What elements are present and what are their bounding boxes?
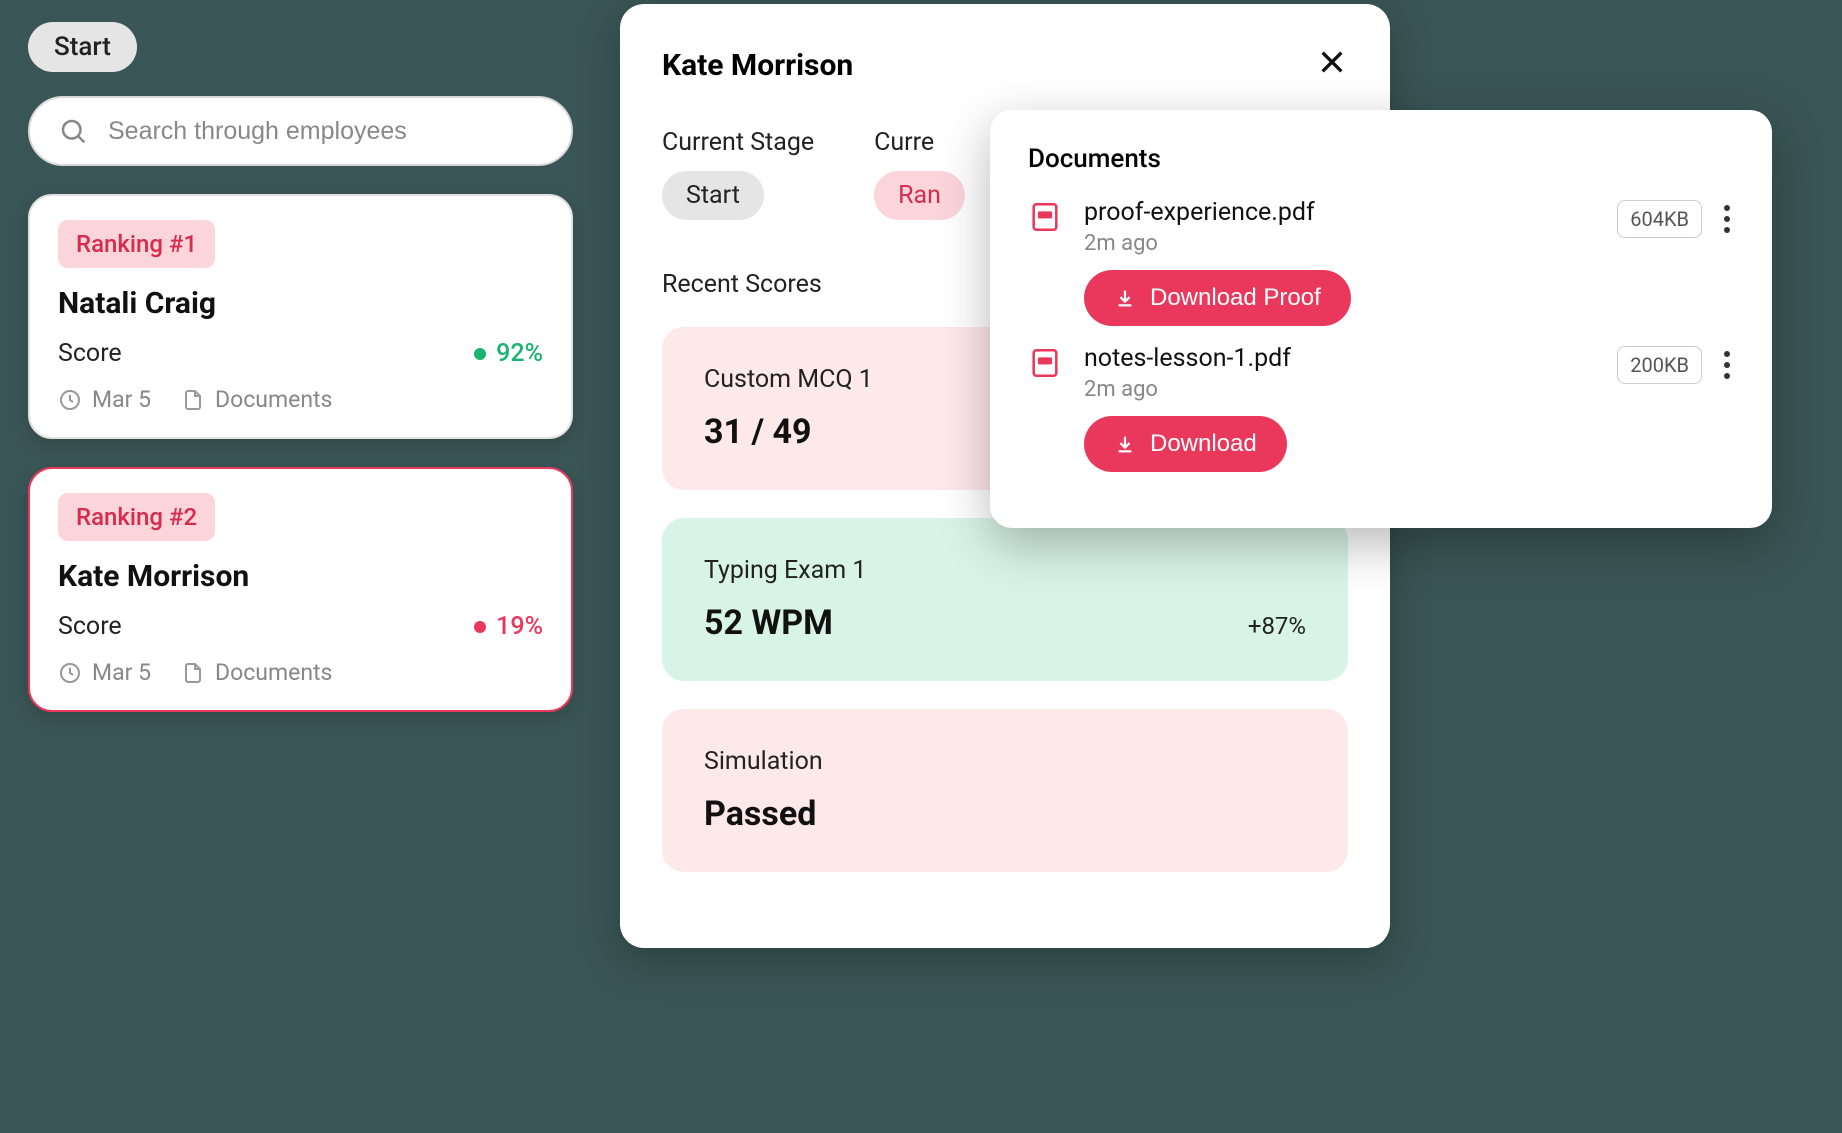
file-size-tag: 604KB [1617, 200, 1702, 238]
score-value: 92% [474, 339, 543, 368]
document-time: 2m ago [1084, 231, 1595, 256]
current-rank-block: Curre Ran [874, 128, 965, 220]
download-button[interactable]: Download [1084, 416, 1287, 472]
ranking-badge: Ranking #1 [58, 220, 215, 268]
score-card-title: Typing Exam 1 [704, 556, 1306, 585]
more-options-button[interactable] [1720, 201, 1734, 237]
score-card-value: Passed [704, 794, 816, 834]
documents-link[interactable]: Documents [181, 659, 332, 686]
search-input-container[interactable] [28, 96, 573, 166]
score-card-title: Simulation [704, 747, 1306, 776]
score-card: Typing Exam 1 52 WPM +87% [662, 518, 1348, 681]
clock-icon [58, 661, 82, 685]
svg-text:PDF: PDF [1039, 359, 1051, 365]
score-value: 19% [474, 612, 543, 641]
current-stage-value[interactable]: Start [662, 171, 764, 220]
search-icon [58, 116, 88, 146]
document-icon [181, 388, 205, 412]
download-icon [1114, 287, 1136, 309]
score-card-value: 52 WPM [704, 603, 833, 643]
document-name: notes-lesson-1.pdf [1084, 344, 1595, 373]
detail-employee-name: Kate Morrison [662, 48, 853, 83]
documents-link[interactable]: Documents [181, 386, 332, 413]
score-card-delta: +87% [1248, 612, 1306, 640]
status-dot-icon [474, 348, 486, 360]
file-size-tag: 200KB [1617, 346, 1702, 384]
document-item: PDF proof-experience.pdf 2m ago Download… [1028, 198, 1734, 326]
score-card-value: 31 / 49 [704, 412, 812, 452]
date-meta: Mar 5 [58, 659, 151, 686]
ranking-badge: Ranking #2 [58, 493, 215, 541]
current-stage-label: Current Stage [662, 128, 814, 157]
start-stage-pill[interactable]: Start [28, 22, 137, 72]
status-dot-icon [474, 621, 486, 633]
download-button[interactable]: Download Proof [1084, 270, 1351, 326]
document-icon [181, 661, 205, 685]
close-button[interactable] [1316, 46, 1348, 84]
download-icon [1114, 433, 1136, 455]
employee-list-sidebar: Start Ranking #1 Natali Craig Score 92% … [28, 22, 573, 740]
document-item: PDF notes-lesson-1.pdf 2m ago Download 2… [1028, 344, 1734, 472]
more-options-button[interactable] [1720, 347, 1734, 383]
document-name: proof-experience.pdf [1084, 198, 1595, 227]
documents-popover: Documents PDF proof-experience.pdf 2m ag… [990, 110, 1772, 528]
date-meta: Mar 5 [58, 386, 151, 413]
close-icon [1316, 46, 1348, 78]
employee-card[interactable]: Ranking #2 Kate Morrison Score 19% Mar 5… [28, 467, 573, 712]
employee-card[interactable]: Ranking #1 Natali Craig Score 92% Mar 5 … [28, 194, 573, 439]
current-rank-label: Curre [874, 128, 965, 157]
score-label: Score [58, 339, 122, 368]
employee-name: Kate Morrison [58, 559, 543, 594]
search-input[interactable] [108, 117, 543, 146]
employee-name: Natali Craig [58, 286, 543, 321]
clock-icon [58, 388, 82, 412]
document-time: 2m ago [1084, 377, 1595, 402]
score-card: Simulation Passed [662, 709, 1348, 872]
current-rank-value[interactable]: Ran [874, 171, 965, 220]
pdf-icon: PDF [1028, 200, 1062, 238]
current-stage-block: Current Stage Start [662, 128, 814, 220]
documents-popover-title: Documents [1028, 144, 1734, 174]
pdf-icon: PDF [1028, 346, 1062, 384]
svg-text:PDF: PDF [1039, 213, 1051, 219]
score-label: Score [58, 612, 122, 641]
